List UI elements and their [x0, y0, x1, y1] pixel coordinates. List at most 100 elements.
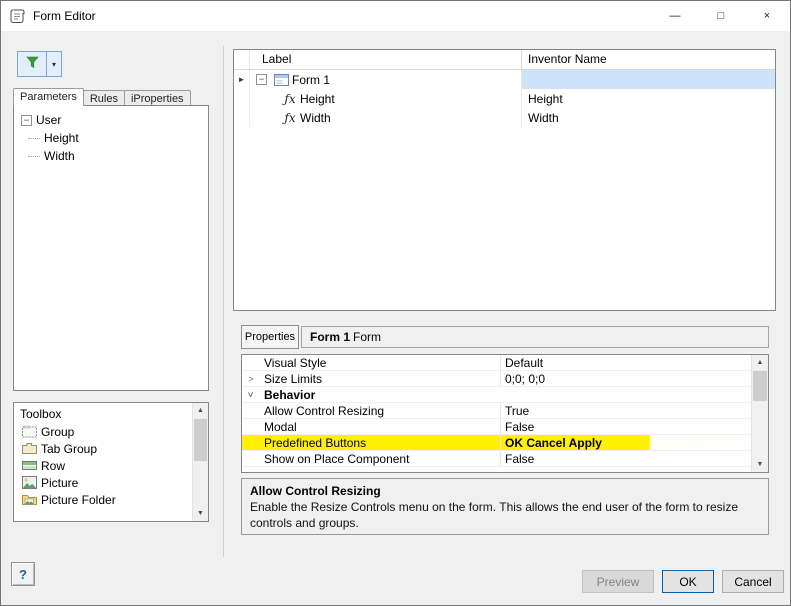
tree-item-user[interactable]: − User — [14, 111, 208, 129]
property-row-visual-style[interactable]: Visual Style Default — [242, 355, 751, 371]
scroll-down-icon[interactable]: ▼ — [752, 457, 768, 472]
grid-cell-inventor-name[interactable] — [522, 70, 775, 89]
property-grid-scrollbar[interactable]: ▲ ▼ — [751, 355, 768, 472]
collapse-icon[interactable]: − — [21, 114, 32, 126]
property-row-show-on-place-component[interactable]: Show on Place Component False — [242, 451, 751, 467]
property-description-panel: Allow Control Resizing Enable the Resize… — [241, 478, 769, 535]
property-row-predefined-buttons[interactable]: Predefined Buttons OK Cancel Apply — [242, 435, 751, 451]
tree-item-width[interactable]: Width — [14, 147, 208, 165]
help-icon: ? — [19, 566, 27, 582]
toolbox-item-group[interactable]: Group — [14, 423, 208, 440]
grid-row-width[interactable]: ƒx Width Width — [234, 108, 775, 127]
scroll-up-icon[interactable]: ▲ — [193, 403, 208, 418]
chevron-right-icon[interactable]: > — [242, 371, 260, 386]
ok-button[interactable]: OK — [662, 570, 714, 593]
property-name: Modal — [264, 419, 297, 434]
property-category-behavior[interactable]: > Behavior — [242, 387, 751, 403]
tab-properties[interactable]: Properties — [241, 325, 299, 349]
filter-button[interactable] — [17, 51, 47, 77]
toolbox-item-label: Group — [41, 424, 75, 439]
property-name: Predefined Buttons — [264, 435, 367, 450]
grid-cell-inventor-name[interactable]: Width — [522, 108, 775, 127]
collapse-icon[interactable]: − — [256, 74, 267, 85]
help-button[interactable]: ? — [11, 562, 35, 586]
tree-connector — [28, 155, 40, 157]
left-tab-strip: Parameters Rules iProperties — [13, 88, 191, 106]
close-button[interactable]: × — [744, 1, 790, 31]
selection-name: Form 1 — [310, 330, 351, 344]
property-grid-rows: Visual Style Default > Size Limits 0;0; … — [242, 355, 751, 472]
grid-row-height[interactable]: ƒx Height Height — [234, 89, 775, 108]
toolbox-item-picture[interactable]: Picture — [14, 474, 208, 491]
panel-splitter[interactable] — [223, 46, 224, 557]
toolbox-item-label: Row — [41, 458, 66, 473]
tab-rules[interactable]: Rules — [82, 90, 125, 106]
toolbox-item-tab-group[interactable]: Tab Group — [14, 440, 208, 457]
grid-cell-label[interactable]: − Form 1 — [250, 70, 522, 89]
property-value[interactable]: True — [500, 403, 751, 418]
property-row-modal[interactable]: Modal False — [242, 419, 751, 435]
property-name: Show on Place Component — [264, 451, 410, 466]
property-value[interactable]: False — [500, 419, 751, 434]
toolbox-scroll-thumb[interactable] — [194, 419, 207, 461]
form-icon — [274, 73, 289, 86]
grid-header-row: Label Inventor Name — [234, 50, 775, 70]
preview-button: Preview — [582, 570, 654, 593]
column-header-label[interactable]: Label — [250, 50, 522, 69]
toolbox-scrollbar[interactable]: ▲ ▼ — [192, 403, 208, 521]
minimize-button[interactable]: — — [652, 1, 698, 31]
fx-icon: ƒx — [284, 110, 296, 125]
property-value[interactable]: False — [500, 451, 751, 466]
toolbox-item-picture-folder[interactable]: Picture Folder — [14, 491, 208, 508]
property-grid-scroll-thumb[interactable] — [753, 371, 767, 401]
toolbox-item-row[interactable]: Row — [14, 457, 208, 474]
title-bar[interactable]: Form Editor — □ × — [1, 1, 790, 31]
record-arrow-icon: ► — [234, 70, 250, 89]
expand-placeholder — [242, 419, 260, 434]
chevron-down-icon[interactable]: > — [244, 386, 259, 404]
category-value — [500, 387, 751, 402]
tree-connector — [28, 137, 40, 139]
grid-cell-label[interactable]: ƒx Width — [250, 108, 522, 127]
property-value[interactable]: OK Cancel Apply — [500, 435, 751, 450]
property-name: Allow Control Resizing — [264, 403, 385, 418]
property-row-allow-control-resizing[interactable]: Allow Control Resizing True — [242, 403, 751, 419]
toolbox-item-label: Tab Group — [41, 441, 98, 456]
filter-dropdown-button[interactable]: ▾ — [47, 51, 62, 77]
maximize-button[interactable]: □ — [698, 1, 744, 31]
property-value[interactable]: 0;0; 0;0 — [500, 371, 751, 386]
tab-iproperties[interactable]: iProperties — [123, 90, 191, 106]
tab-parameters[interactable]: Parameters — [13, 88, 84, 106]
property-value[interactable]: Default — [500, 355, 751, 370]
scroll-down-icon[interactable]: ▼ — [193, 506, 208, 521]
expand-placeholder — [242, 355, 260, 370]
property-grid: Visual Style Default > Size Limits 0;0; … — [241, 354, 769, 473]
record-selector — [234, 108, 250, 127]
window-controls: — □ × — [652, 1, 790, 31]
tree-item-label: Height — [44, 131, 79, 145]
form-editor-app-icon — [9, 8, 26, 24]
expand-placeholder — [242, 451, 260, 466]
toolbox-item-label: Picture — [41, 475, 79, 490]
grid-row-label-text: Height — [300, 91, 335, 106]
grid-row-label-text: Width — [300, 110, 331, 125]
selection-type: Form — [353, 330, 382, 344]
grid-row-label-text: Form 1 — [292, 72, 331, 87]
tree-item-label: Width — [44, 149, 75, 163]
scroll-up-icon[interactable]: ▲ — [752, 355, 768, 370]
filter-split-button: ▾ — [17, 51, 62, 77]
filter-funnel-icon — [25, 56, 39, 72]
record-selector — [234, 89, 250, 108]
grid-selector-header — [234, 50, 250, 69]
cancel-button[interactable]: Cancel — [722, 570, 784, 593]
grid-cell-inventor-name[interactable]: Height — [522, 89, 775, 108]
column-header-inventor-name[interactable]: Inventor Name — [522, 50, 775, 69]
tab-group-icon — [22, 442, 37, 455]
grid-row-form1[interactable]: ► − Form 1 — [234, 70, 775, 89]
property-row-size-limits[interactable]: > Size Limits 0;0; 0;0 — [242, 371, 751, 387]
picture-icon — [22, 476, 37, 489]
tree-item-height[interactable]: Height — [14, 129, 208, 147]
toolbox-item-label: Picture Folder — [41, 492, 116, 507]
category-name: Behavior — [264, 387, 316, 402]
grid-cell-label[interactable]: ƒx Height — [250, 89, 522, 108]
